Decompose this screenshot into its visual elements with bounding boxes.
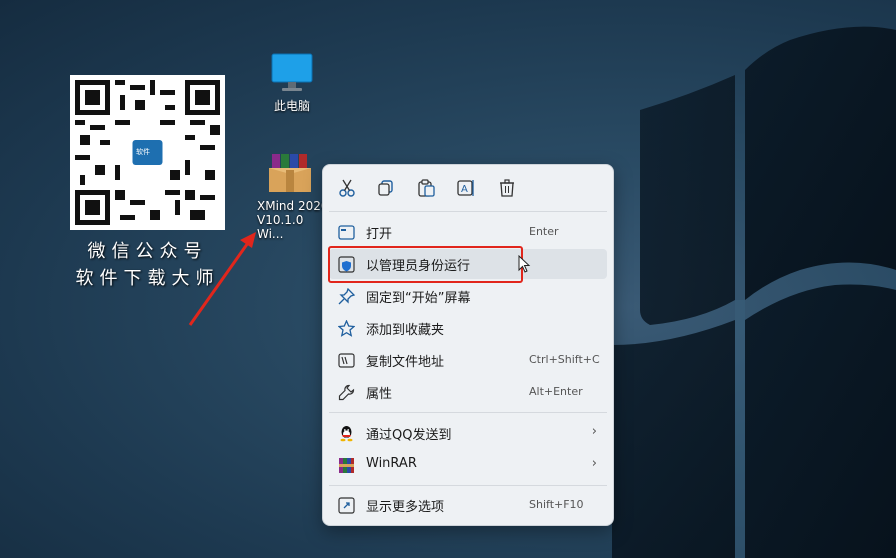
desktop-icon-label: 此电脑 bbox=[273, 99, 310, 113]
menu-item-properties[interactable]: 属性 Alt+Enter bbox=[329, 377, 607, 407]
menu-separator bbox=[329, 485, 607, 486]
chevron-right-icon: › bbox=[591, 456, 597, 471]
menu-item-pin-to-start[interactable]: 固定到“开始”屏幕 bbox=[329, 281, 607, 311]
menu-item-label: 显示更多选项 bbox=[366, 500, 445, 515]
menu-item-label: WinRAR bbox=[366, 456, 417, 471]
more-options-icon bbox=[338, 497, 355, 514]
menu-item-send-via-qq[interactable]: 通过QQ发送到 › bbox=[329, 418, 607, 448]
menu-item-shortcut: Alt+Enter bbox=[529, 385, 583, 398]
menu-item-shortcut: Shift+F10 bbox=[529, 498, 584, 511]
desktop-icon-label-line2: V10.1.0 Wi... bbox=[257, 213, 304, 241]
open-icon bbox=[338, 225, 355, 240]
menu-item-winrar[interactable]: WinRAR › bbox=[329, 450, 607, 480]
monitor-icon bbox=[271, 53, 313, 91]
menu-item-label: 添加到收藏夹 bbox=[366, 323, 445, 338]
rename-icon[interactable]: A bbox=[456, 178, 476, 198]
desktop-icon-this-pc[interactable]: 此电脑 bbox=[262, 52, 322, 114]
menu-item-copy-path[interactable]: 复制文件地址 Ctrl+Shift+C bbox=[329, 345, 607, 375]
desktop-icon-label-line1: XMind 2020 bbox=[257, 199, 329, 213]
copy-path-icon bbox=[338, 353, 355, 368]
svg-text:A: A bbox=[461, 184, 468, 195]
menu-item-label: 打开 bbox=[366, 227, 393, 242]
winrar-archive-icon bbox=[269, 154, 311, 192]
qr-logo-text: 软件 bbox=[136, 148, 150, 156]
chevron-right-icon: › bbox=[591, 424, 597, 439]
qr-caption-line1: 微信公众号 bbox=[87, 241, 208, 262]
qr-code: 软件 bbox=[70, 75, 225, 230]
menu-item-open[interactable]: 打开 Enter bbox=[329, 217, 607, 247]
menu-item-shortcut: Ctrl+Shift+C bbox=[529, 353, 600, 366]
cut-icon[interactable] bbox=[337, 178, 357, 198]
menu-item-label: 通过QQ发送到 bbox=[366, 428, 452, 443]
qr-caption-line2: 软件下载大师 bbox=[75, 268, 220, 289]
desktop-icon-xmind[interactable]: XMind 2020 V10.1.0 Wi... bbox=[252, 152, 330, 241]
paste-icon[interactable] bbox=[416, 178, 436, 198]
menu-separator bbox=[329, 412, 607, 413]
pin-icon bbox=[338, 288, 355, 305]
menu-item-show-more-options[interactable]: 显示更多选项 Shift+F10 bbox=[329, 490, 607, 520]
menu-item-label: 固定到“开始”屏幕 bbox=[366, 291, 471, 306]
menu-item-label: 复制文件地址 bbox=[366, 355, 445, 370]
copy-icon[interactable] bbox=[376, 178, 396, 198]
winrar-icon bbox=[339, 458, 354, 473]
mouse-cursor-icon bbox=[518, 255, 531, 273]
menu-separator bbox=[329, 211, 607, 212]
delete-icon[interactable] bbox=[497, 178, 517, 198]
wrench-icon bbox=[338, 384, 355, 401]
menu-item-add-to-favorites[interactable]: 添加到收藏夹 bbox=[329, 313, 607, 343]
star-icon bbox=[338, 320, 355, 337]
context-menu-toolbar: A bbox=[323, 165, 613, 211]
context-menu: A 打开 Enter 以管理员身份运行 固定到“开始”屏幕 添加到收藏夹 复制文… bbox=[322, 164, 614, 526]
qq-icon bbox=[340, 426, 353, 442]
highlight-box bbox=[328, 246, 523, 283]
menu-item-label: 属性 bbox=[366, 387, 393, 402]
menu-item-shortcut: Enter bbox=[529, 225, 559, 238]
